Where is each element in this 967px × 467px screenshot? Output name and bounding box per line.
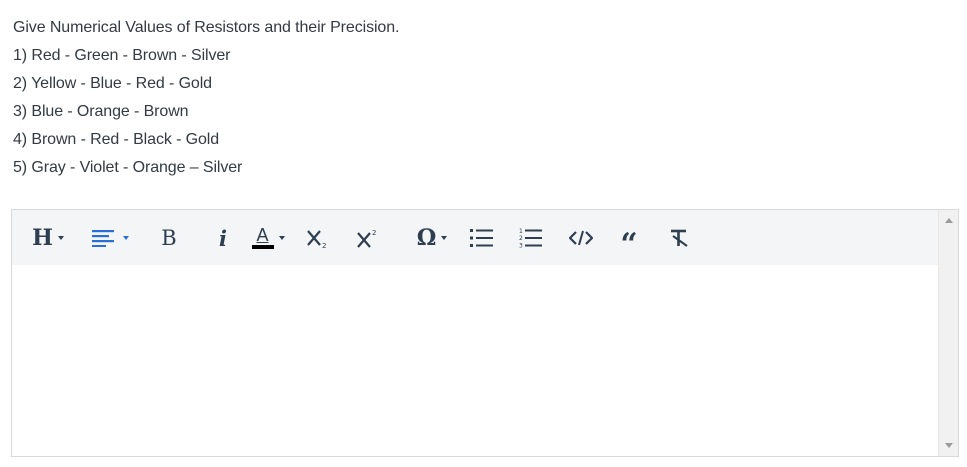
- bold-icon: B: [161, 225, 177, 250]
- numbered-list-icon: 1 2 3: [519, 227, 543, 249]
- scroll-down-icon[interactable]: [945, 443, 953, 448]
- chevron-down-icon: [122, 236, 129, 240]
- italic-button[interactable]: i: [216, 224, 230, 252]
- superscript-button[interactable]: 2: [356, 224, 380, 252]
- chevron-down-icon: [441, 236, 448, 240]
- question-item-2: 2) Yellow - Blue - Red - Gold: [13, 75, 212, 92]
- bulleted-list-button[interactable]: [470, 224, 494, 252]
- bold-button[interactable]: B: [158, 224, 180, 252]
- rich-text-editor: H B i A 2 2 Ω 1 2 3 “: [11, 209, 959, 457]
- svg-text:2: 2: [519, 235, 523, 242]
- special-characters-button[interactable]: Ω: [414, 224, 450, 252]
- svg-text:3: 3: [519, 243, 523, 250]
- align-left-icon: [91, 229, 116, 247]
- quote-button[interactable]: “: [618, 224, 640, 260]
- editor-toolbar: H B i A 2 2 Ω 1 2 3 “: [12, 210, 938, 265]
- omega-icon: Ω: [416, 225, 437, 251]
- svg-text:2: 2: [322, 242, 326, 249]
- question-text: Give Numerical Values of Resistors and t…: [13, 14, 399, 182]
- quote-icon: “: [620, 227, 638, 262]
- subscript-icon: 2: [306, 227, 330, 249]
- subscript-button[interactable]: 2: [306, 224, 330, 252]
- svg-text:1: 1: [519, 228, 523, 235]
- question-item-4: 4) Brown - Red - Black - Gold: [13, 131, 220, 148]
- code-button[interactable]: [569, 224, 593, 252]
- remove-format-button[interactable]: [669, 224, 691, 252]
- heading-button[interactable]: H: [30, 224, 66, 252]
- chevron-down-icon: [57, 236, 64, 240]
- align-button[interactable]: [86, 224, 134, 252]
- font-color-bar: [251, 245, 274, 249]
- italic-icon: i: [219, 225, 227, 251]
- code-icon: [569, 229, 593, 247]
- editor-content-area[interactable]: [12, 265, 938, 456]
- font-color-button[interactable]: A: [248, 224, 288, 252]
- chevron-down-icon: [278, 236, 285, 240]
- question-item-3: 3) Blue - Orange - Brown: [13, 103, 189, 120]
- question-prompt: Give Numerical Values of Resistors and t…: [13, 19, 400, 36]
- scroll-up-icon[interactable]: [945, 218, 953, 223]
- editor-scrollbar[interactable]: [938, 210, 958, 456]
- superscript-icon: 2: [356, 227, 380, 249]
- bulleted-list-icon: [470, 228, 494, 248]
- question-item-5: 5) Gray - Violet - Orange – Silver: [13, 159, 243, 176]
- heading-icon: H: [32, 225, 53, 251]
- remove-format-icon: [669, 228, 691, 248]
- question-item-1: 1) Red - Green - Brown - Silver: [13, 47, 231, 64]
- svg-text:2: 2: [372, 229, 376, 237]
- font-color-icon: A: [251, 226, 274, 249]
- numbered-list-button[interactable]: 1 2 3: [519, 224, 543, 252]
